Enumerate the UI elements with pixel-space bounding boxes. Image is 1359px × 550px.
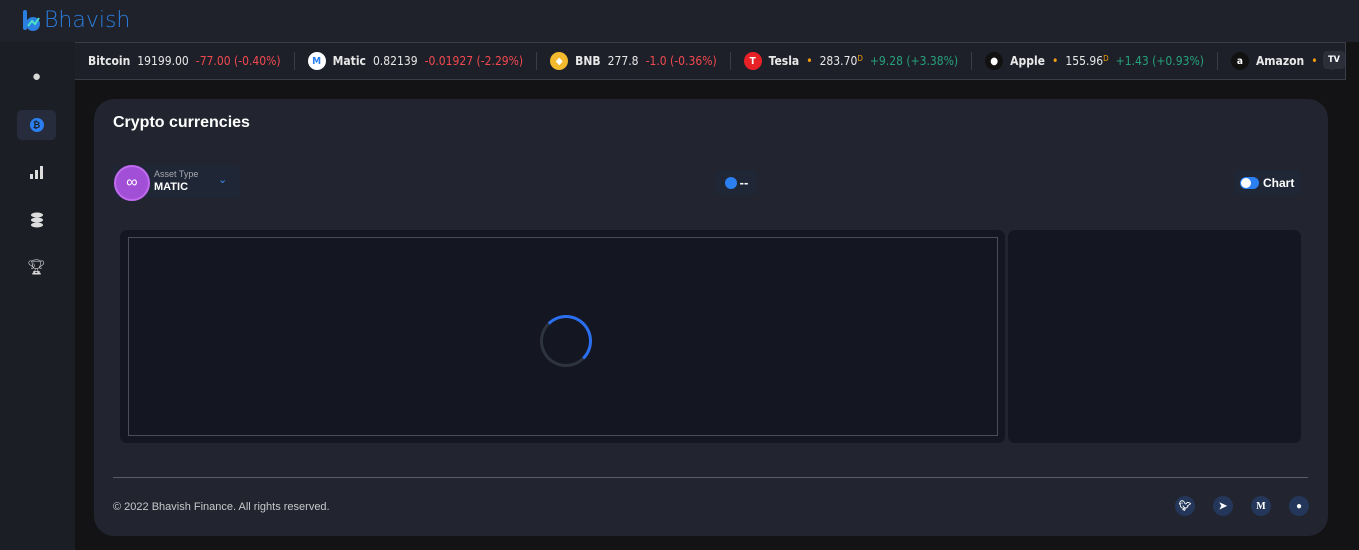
sidebar-item-crypto[interactable]: ₿ [17,110,56,140]
apple-icon: ● [985,52,1004,70]
ticker-price: 277.8 [607,54,639,68]
sidebar-item-profile[interactable]: ● [17,61,56,91]
loading-spinner-icon [540,315,592,367]
market-dot: • [1051,54,1059,68]
asset-type-label: Asset Type [154,169,199,179]
crypto-card: Crypto currencies ∞ Asset Type MATIC ⌄ -… [94,99,1328,536]
chart-frame [128,237,998,436]
delayed-marker: D [857,54,863,63]
trophy-icon: 🏆︎ [26,259,47,276]
polygon-icon: ∞ [114,165,150,201]
timer-display: -- [716,170,757,195]
ticker-name: BNB [575,54,601,68]
telegram-icon[interactable]: ➤ [1213,496,1233,516]
ticker-change: -1.0 (-0.36%) [645,54,717,68]
stopwatch-icon [724,176,737,189]
price-value: 155.96 [1065,54,1104,68]
user-icon: ● [31,67,42,85]
chart-toggle-label: Chart [1263,175,1295,190]
amazon-icon: a [1230,52,1249,70]
ticker-name: Tesla [768,54,800,68]
bitcoin-icon: ₿ [29,118,44,132]
logo[interactable]: Bhavish [22,8,130,33]
bnb-icon: ◆ [550,52,569,70]
ticker-item[interactable]: a Amazon • [1218,52,1332,70]
ticker-item[interactable]: ● Apple • 155.96D +1.43 (+0.93%) [972,52,1218,70]
sidebar-item-coins[interactable] [17,205,56,235]
chart-toggle[interactable]: Chart [1234,170,1301,195]
ticker-name: Bitcoin [88,54,131,68]
ticker-item[interactable]: Bitcoin 19199.00 -77.00 (-0.40%) [75,52,295,70]
ticker-item[interactable]: M Matic 0.82139 -0.01927 (-2.29%) [295,52,538,70]
ticker-item[interactable]: T Tesla • 283.70D +9.28 (+3.38%) [731,52,973,70]
copyright-text: © 2022 Bhavish Finance. All rights reser… [113,501,330,513]
price-value: 283.70 [819,54,858,68]
sidebar: ● ₿ 🏆︎ [0,42,75,550]
market-dot: • [1311,54,1318,68]
timer-value: -- [739,175,749,190]
ticker-name: Matic [332,54,366,68]
chart-container [120,230,1005,443]
market-dot: • [806,54,813,68]
ticker-change: +9.28 (+3.38%) [869,54,959,68]
asset-type-value: MATIC [154,181,189,193]
medium-icon[interactable]: M [1251,496,1271,516]
ticker-change: +1.43 (+0.93%) [1115,54,1204,68]
matic-icon: M [307,52,326,70]
logo-icon [23,9,40,31]
tesla-icon: T [743,52,762,70]
footer-divider [113,477,1308,478]
asset-type-dropdown[interactable]: ∞ Asset Type MATIC ⌄ [113,165,240,201]
ticker-price: 155.96D [1065,54,1108,68]
side-panel [1008,230,1301,443]
bar-chart-icon [29,166,43,179]
chevron-down-icon: ⌄ [218,174,228,186]
ticker-tape[interactable]: Bitcoin 19199.00 -77.00 (-0.40%) M Matic 0.8… [75,42,1346,80]
tradingview-badge[interactable]: TV [1323,51,1345,69]
ticker-price: 283.70D [820,54,863,68]
ticker-name: Apple [1010,54,1045,68]
page-title: Crypto currencies [113,114,250,131]
ticker-price: 19199.00 [137,54,189,68]
ticker-change: -0.01927 (-2.29%) [424,54,524,68]
ticker-name: Amazon [1255,54,1305,68]
coins-icon [30,212,43,228]
ticker-item[interactable]: ◆ BNB 277.8 -1.0 (-0.36%) [537,52,731,70]
twitter-icon[interactable]: 🐦︎ [1175,496,1195,516]
github-icon[interactable]: ● [1289,496,1309,516]
sidebar-item-leaderboard[interactable]: 🏆︎ [17,252,56,282]
ticker-change: -77.00 (-0.40%) [195,54,281,68]
app-name: Bhavish [44,8,131,33]
sidebar-item-stats[interactable] [17,157,56,187]
top-header: Bhavish [0,0,1359,42]
ticker-price: 0.82139 [372,54,418,68]
delayed-marker: D [1103,54,1109,63]
toggle-switch[interactable] [1240,176,1259,189]
